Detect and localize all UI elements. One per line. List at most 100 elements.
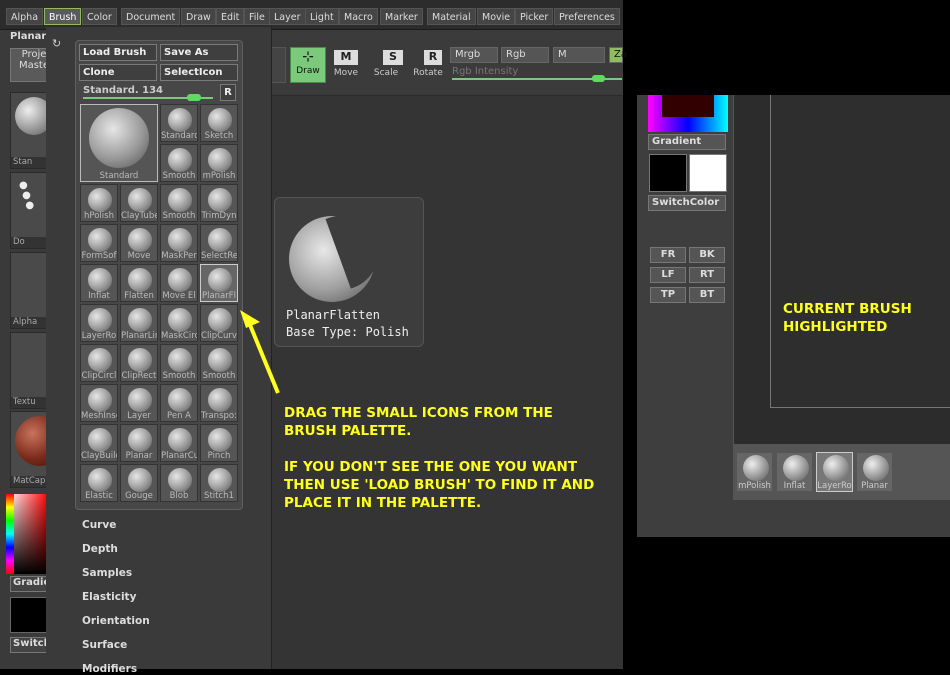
brush-cell[interactable]: Flatten bbox=[120, 264, 158, 302]
menu-marker[interactable]: Marker bbox=[380, 8, 423, 25]
brush-cell[interactable]: LayerRo bbox=[80, 304, 118, 342]
brush-cell[interactable]: MeshInse bbox=[80, 384, 118, 422]
brush-cell[interactable]: PlanarLir bbox=[120, 304, 158, 342]
brush-cell[interactable]: Elastic bbox=[80, 464, 118, 502]
view-back-button[interactable]: BK bbox=[689, 247, 725, 263]
submenu-modifiers[interactable]: Modifiers bbox=[82, 663, 137, 675]
menu-light[interactable]: Light bbox=[305, 8, 339, 25]
brush-cell[interactable]: Inflat bbox=[80, 264, 118, 302]
view-front-button[interactable]: FR bbox=[650, 247, 686, 263]
brush-cell[interactable]: Move bbox=[120, 224, 158, 262]
annotation-current-1: CURRENT BRUSH bbox=[783, 301, 912, 317]
brush-cell[interactable]: ClayTube bbox=[120, 184, 158, 222]
gradient-preview[interactable] bbox=[648, 95, 728, 132]
scale-icon[interactable]: S bbox=[383, 50, 403, 65]
submenu-samples[interactable]: Samples bbox=[82, 567, 132, 579]
brush-cell[interactable]: SelectRe bbox=[200, 224, 238, 262]
menu-alpha[interactable]: Alpha bbox=[6, 8, 44, 25]
clone-button[interactable]: Clone bbox=[79, 64, 157, 81]
rgb-intensity-handle[interactable] bbox=[592, 75, 605, 82]
brush-cell[interactable]: Pinch bbox=[200, 424, 238, 462]
menu-file[interactable]: File bbox=[244, 8, 270, 25]
scale-label[interactable]: Scale bbox=[370, 68, 402, 78]
gradient-button[interactable]: Gradient bbox=[648, 134, 726, 150]
brush-cell[interactable]: ClipRect bbox=[120, 344, 158, 382]
brush-cell[interactable]: Gouge bbox=[120, 464, 158, 502]
brush-cell-label: MaskPer bbox=[161, 251, 197, 261]
move-label[interactable]: Move bbox=[330, 68, 362, 78]
menu-document[interactable]: Document bbox=[121, 8, 181, 25]
view-top-button[interactable]: TP bbox=[650, 287, 686, 303]
rotate-label[interactable]: Rotate bbox=[411, 68, 445, 78]
tray-brush-layerro[interactable]: LayerRo bbox=[816, 452, 853, 492]
brush-icon bbox=[208, 308, 232, 332]
rgb-button[interactable]: Rgb bbox=[501, 47, 549, 63]
load-brush-button[interactable]: Load Brush bbox=[79, 44, 157, 61]
submenu-orientation[interactable]: Orientation bbox=[82, 615, 150, 627]
brush-cell[interactable]: Layer bbox=[120, 384, 158, 422]
menu-layer[interactable]: Layer bbox=[269, 8, 306, 25]
tray-brush-planar[interactable]: Planar bbox=[856, 452, 893, 492]
tray-brush-mpolish[interactable]: mPolish bbox=[736, 452, 773, 492]
brush-cell[interactable]: Sketch bbox=[200, 104, 238, 142]
brush-cell[interactable]: Move El bbox=[160, 264, 198, 302]
restore-button[interactable]: R bbox=[220, 84, 236, 101]
brush-cell[interactable]: ClayBuild bbox=[80, 424, 118, 462]
brush-cell[interactable]: Stitch1 bbox=[200, 464, 238, 502]
brush-slider-handle[interactable] bbox=[187, 94, 201, 101]
brush-standard-large[interactable]: Standard bbox=[80, 104, 158, 182]
m-button[interactable]: M bbox=[553, 47, 605, 63]
submenu-elasticity[interactable]: Elasticity bbox=[82, 591, 136, 603]
hue-strip[interactable] bbox=[6, 494, 14, 574]
move-icon[interactable]: M bbox=[334, 50, 358, 65]
brush-cell[interactable]: MaskCirc bbox=[160, 304, 198, 342]
brush-cell[interactable]: PlanarFl bbox=[200, 264, 238, 302]
menu-movie[interactable]: Movie bbox=[477, 8, 516, 25]
view-right-button[interactable]: RT bbox=[689, 267, 725, 283]
brush-cell[interactable]: hPolish bbox=[80, 184, 118, 222]
brush-cell[interactable]: TrimDyn bbox=[200, 184, 238, 222]
secondary-color-swatch[interactable] bbox=[689, 154, 727, 192]
brush-cell[interactable]: Standard bbox=[160, 104, 198, 142]
main-color-swatch-right[interactable] bbox=[649, 154, 687, 192]
standard-brush-icon bbox=[89, 108, 149, 168]
menu-preferences[interactable]: Preferences bbox=[554, 8, 620, 25]
submenu-curve[interactable]: Curve bbox=[82, 519, 116, 531]
menu-edit[interactable]: Edit bbox=[216, 8, 245, 25]
rotate-icon[interactable]: R bbox=[424, 50, 442, 65]
arrow-to-palette-icon bbox=[240, 310, 280, 394]
draw-button[interactable]: ⊹ Draw bbox=[290, 47, 326, 83]
switch-color-button[interactable]: SwitchColor bbox=[648, 195, 726, 211]
brush-cell[interactable]: PlanarCu bbox=[160, 424, 198, 462]
brush-cell-label: Standard bbox=[161, 131, 197, 141]
submenu-surface[interactable]: Surface bbox=[82, 639, 127, 651]
color-picker[interactable] bbox=[6, 494, 48, 574]
brush-cell[interactable]: Pen A bbox=[160, 384, 198, 422]
brush-cell[interactable]: Smooth bbox=[160, 144, 198, 182]
menu-brush[interactable]: Brush bbox=[44, 8, 82, 25]
brush-cell[interactable]: Planar bbox=[120, 424, 158, 462]
menu-picker[interactable]: Picker bbox=[515, 8, 554, 25]
brush-cell[interactable]: MaskPer bbox=[160, 224, 198, 262]
menu-draw[interactable]: Draw bbox=[181, 8, 216, 25]
brush-cell[interactable]: ClipCircl bbox=[80, 344, 118, 382]
view-left-button[interactable]: LF bbox=[650, 267, 686, 283]
annotation-drag-1: DRAG THE SMALL ICONS FROM THE bbox=[284, 405, 553, 421]
menu-macro[interactable]: Macro bbox=[339, 8, 378, 25]
brush-cell[interactable]: mPolish bbox=[200, 144, 238, 182]
submenu-depth[interactable]: Depth bbox=[82, 543, 118, 555]
zadd-button[interactable]: Za bbox=[609, 47, 627, 63]
view-bottom-button[interactable]: BT bbox=[689, 287, 725, 303]
brush-cell[interactable]: FormSof bbox=[80, 224, 118, 262]
main-color-swatch[interactable] bbox=[10, 597, 48, 633]
brush-cell[interactable]: Smooth bbox=[160, 184, 198, 222]
refresh-icon[interactable]: ↻ bbox=[52, 37, 61, 50]
brush-cell[interactable]: Smooth bbox=[160, 344, 198, 382]
menu-color[interactable]: Color bbox=[82, 8, 117, 25]
select-icon-button[interactable]: SelectIcon bbox=[160, 64, 238, 81]
save-as-button[interactable]: Save As bbox=[160, 44, 238, 61]
mrgb-button[interactable]: Mrgb bbox=[450, 47, 498, 63]
brush-cell[interactable]: Blob bbox=[160, 464, 198, 502]
tray-brush-inflat[interactable]: Inflat bbox=[776, 452, 813, 492]
menu-material[interactable]: Material bbox=[427, 8, 476, 25]
